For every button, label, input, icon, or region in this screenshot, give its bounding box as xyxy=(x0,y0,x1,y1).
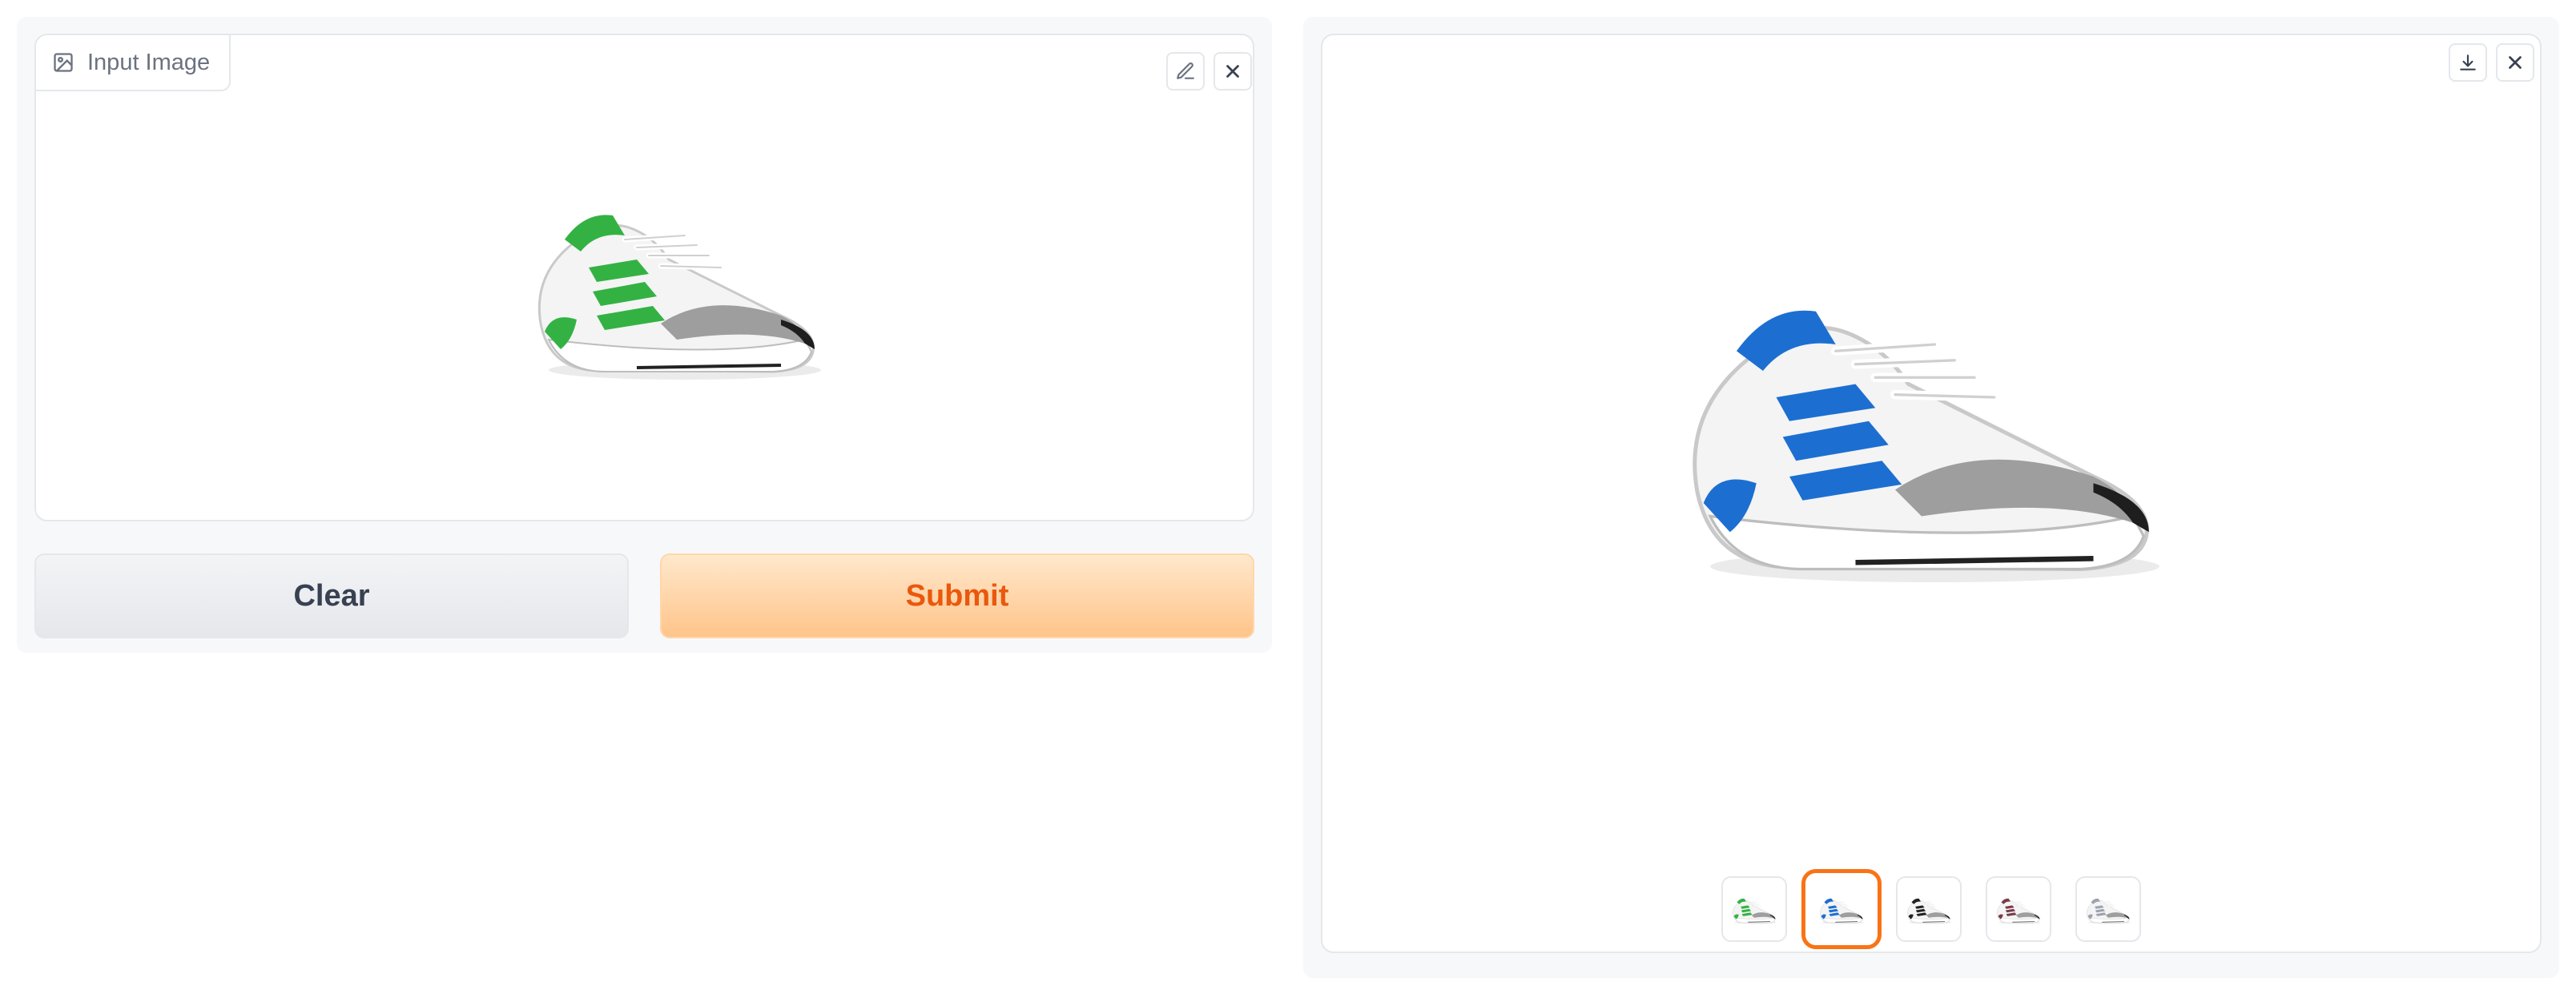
preview-shoe-image xyxy=(1657,252,2186,596)
pencil-icon xyxy=(1177,62,1194,79)
input-image-label: Input Image xyxy=(36,35,231,91)
thumbnail-shoe-image xyxy=(1813,893,1870,925)
submit-button[interactable]: Submit xyxy=(660,553,1254,638)
output-gallery xyxy=(1321,34,2542,953)
thumbnail-shoe-image xyxy=(2080,893,2136,925)
output-panel xyxy=(1303,17,2559,978)
close-gallery-button[interactable] xyxy=(2496,43,2534,82)
gallery-thumbnail[interactable] xyxy=(1986,876,2051,942)
edit-button[interactable] xyxy=(1166,52,1205,91)
input-shoe-image xyxy=(517,179,837,388)
clear-button[interactable]: Clear xyxy=(34,553,629,638)
close-icon xyxy=(1226,65,1239,78)
download-button[interactable] xyxy=(2449,43,2487,82)
clear-image-button[interactable] xyxy=(1214,52,1252,91)
input-panel: Input Image Clear Submit xyxy=(17,17,1272,653)
close-icon xyxy=(2509,56,2522,69)
thumbnail-shoe-image xyxy=(1901,893,1957,925)
image-icon xyxy=(54,53,73,72)
input-image-box[interactable]: Input Image xyxy=(34,34,1254,521)
input-image-label-text: Input Image xyxy=(87,49,211,75)
thumbnail-shoe-image xyxy=(1990,893,2047,925)
gallery-thumbnail[interactable] xyxy=(1721,876,1787,942)
thumbnail-shoe-image xyxy=(1726,893,1782,925)
gallery-thumbnail-selected[interactable] xyxy=(1801,869,1882,949)
gallery-thumbnail[interactable] xyxy=(2075,876,2141,942)
gallery-thumbnail[interactable] xyxy=(1896,876,1962,942)
download-icon xyxy=(2460,54,2476,70)
